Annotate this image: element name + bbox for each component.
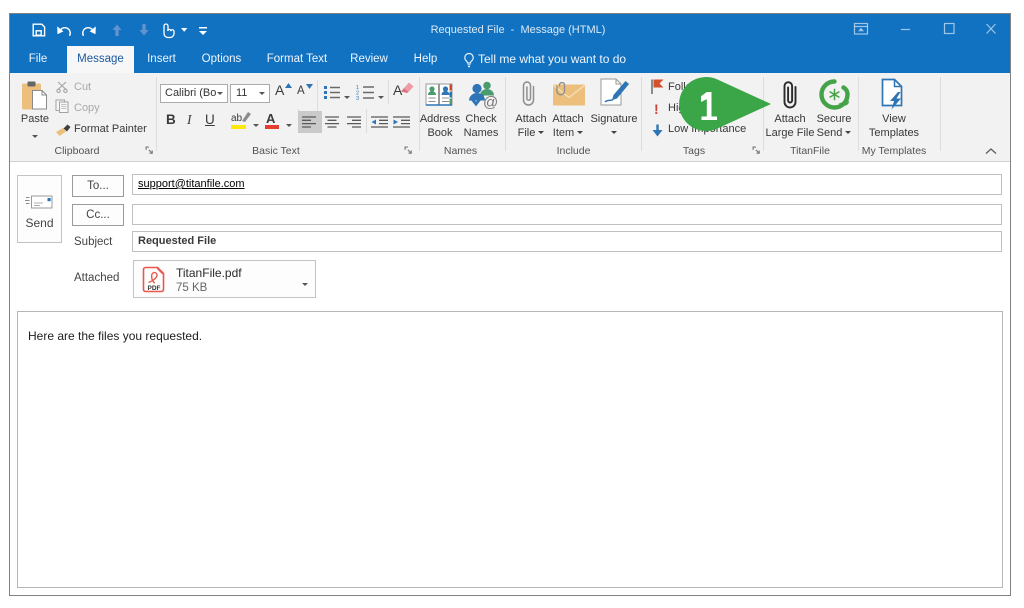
svg-text:@: @ — [483, 94, 498, 110]
svg-text:3: 3 — [356, 96, 359, 100]
svg-text:PDF: PDF — [148, 285, 161, 292]
